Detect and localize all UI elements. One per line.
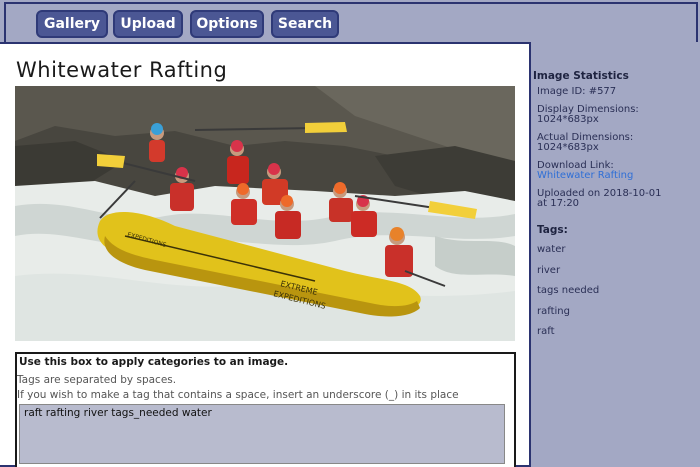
tag-editor: Use this box to apply categories to an i… xyxy=(15,352,516,467)
options-button[interactable]: Options xyxy=(190,10,264,38)
tags-textarea[interactable]: raft rafting river tags_needed water xyxy=(19,404,505,464)
page-title: Whitewater Rafting xyxy=(16,58,228,82)
tag-link[interactable]: tags needed xyxy=(537,285,693,306)
tag-editor-help-underscore: If you wish to make a tag that contains … xyxy=(17,389,459,401)
search-button[interactable]: Search xyxy=(271,10,339,38)
uploaded-time: at 17:20 xyxy=(537,198,580,209)
tag-link[interactable]: river xyxy=(537,265,693,286)
tag-link[interactable]: raft xyxy=(537,326,693,347)
actual-dimensions-value: 1024*683px xyxy=(537,142,599,153)
image-id: Image ID: #577 xyxy=(537,86,617,97)
display-dimensions-value: 1024*683px xyxy=(537,114,599,125)
tag-editor-help: Tags are separated by spaces. xyxy=(17,374,177,386)
upload-button[interactable]: Upload xyxy=(113,10,183,38)
tag-link[interactable]: water xyxy=(537,244,693,265)
gallery-button[interactable]: Gallery xyxy=(36,10,108,38)
rafting-photo: EXTREME EXPEDITIONS EXPEDITIONS xyxy=(15,86,515,341)
tags-heading: Tags: xyxy=(537,224,568,236)
download-link[interactable]: Whitewater Rafting xyxy=(537,171,693,181)
tag-editor-heading: Use this box to apply categories to an i… xyxy=(19,356,289,368)
tag-link[interactable]: rafting xyxy=(537,306,693,327)
main-panel: Whitewater Rafting EXTREME EXPEDITIONS E… xyxy=(0,42,531,467)
image-statistics-heading: Image Statistics xyxy=(533,70,629,82)
top-nav-bar: Gallery Upload Options Search xyxy=(4,2,698,42)
image-stats-sidebar: Image Statistics Image ID: #577 Display … xyxy=(533,70,693,347)
